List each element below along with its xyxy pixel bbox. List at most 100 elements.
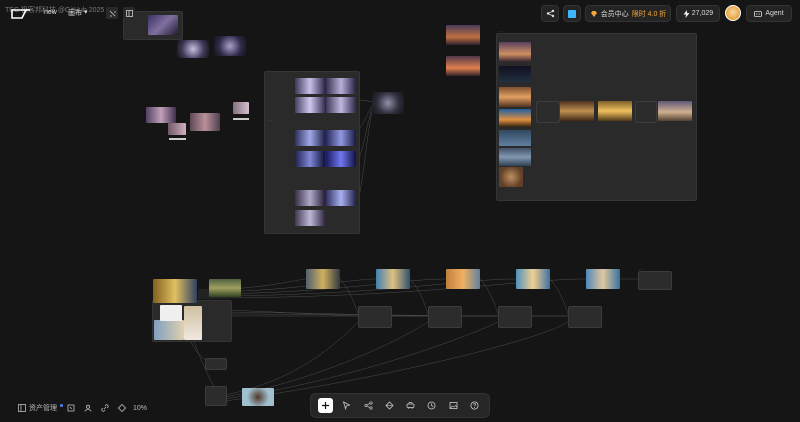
members-button[interactable] xyxy=(84,402,92,414)
text-node[interactable] xyxy=(358,306,392,328)
member-center-label: 会员中心 xyxy=(600,10,629,18)
image-node[interactable] xyxy=(516,269,550,289)
car-tool-button[interactable] xyxy=(403,398,418,413)
canvas-menu[interactable]: 画布 ▾ xyxy=(68,8,88,18)
cursor-icon xyxy=(343,401,351,410)
image-node[interactable] xyxy=(326,97,356,113)
member-discount-badge: 限时 4.0 折 xyxy=(631,10,667,18)
image-node[interactable] xyxy=(295,130,325,146)
image-node[interactable] xyxy=(326,130,356,146)
assets-manager-button[interactable]: 资产管理 xyxy=(18,402,63,414)
shape-icon xyxy=(385,401,394,410)
image-node[interactable] xyxy=(146,107,176,123)
image-node[interactable] xyxy=(184,306,202,340)
image-node[interactable] xyxy=(499,167,523,187)
node-label: ...... xyxy=(638,267,644,271)
canvas-menu-label: 画布 xyxy=(68,10,82,17)
history-button[interactable] xyxy=(424,398,439,413)
image-caption-bar xyxy=(169,138,186,140)
text-node[interactable] xyxy=(205,358,227,370)
car-icon xyxy=(406,402,415,409)
credits-count: 27,029 xyxy=(691,10,714,17)
help-icon xyxy=(470,401,479,410)
image-node[interactable] xyxy=(154,320,184,340)
image-node[interactable] xyxy=(209,279,241,297)
link-button[interactable] xyxy=(101,402,109,414)
text-node[interactable] xyxy=(638,271,672,290)
image-node[interactable] xyxy=(372,92,404,114)
connect-tool-button[interactable] xyxy=(361,398,376,413)
text-node[interactable] xyxy=(498,306,532,328)
image-node[interactable] xyxy=(168,123,186,135)
image-node[interactable] xyxy=(446,25,480,45)
image-node[interactable] xyxy=(295,151,325,167)
image-node[interactable] xyxy=(499,87,531,107)
grid-button[interactable] xyxy=(118,402,126,414)
member-center-button[interactable]: 会员中心 限时 4.0 折 xyxy=(585,5,671,22)
image-node[interactable] xyxy=(658,101,692,121)
panel-icon xyxy=(125,9,133,17)
project-name[interactable]: new xyxy=(44,9,57,16)
image-node[interactable] xyxy=(499,130,531,146)
image-node[interactable] xyxy=(499,109,531,127)
share-button[interactable] xyxy=(541,5,559,22)
image-node[interactable] xyxy=(295,190,325,206)
node-label: ........ xyxy=(498,29,505,33)
image-node[interactable] xyxy=(326,78,356,94)
avatar[interactable] xyxy=(725,5,741,21)
text-node[interactable] xyxy=(568,306,602,328)
image-node[interactable] xyxy=(326,151,356,167)
image-node[interactable] xyxy=(499,66,531,82)
credits-button[interactable]: 27,029 xyxy=(676,5,720,22)
image-node[interactable] xyxy=(295,97,325,113)
diamond-icon xyxy=(590,10,597,17)
layers-icon xyxy=(568,9,576,18)
chevron-down-icon: ▾ xyxy=(84,9,88,16)
agent-icon xyxy=(754,10,763,17)
image-node[interactable] xyxy=(148,15,178,35)
lightning-icon xyxy=(683,9,690,18)
image-node[interactable] xyxy=(190,113,220,131)
select-tool-button[interactable] xyxy=(339,398,354,413)
image-node[interactable] xyxy=(598,101,632,121)
image-node[interactable] xyxy=(499,148,531,166)
zoom-level[interactable]: 10% xyxy=(133,402,147,414)
image-node[interactable] xyxy=(376,269,410,289)
app-logo-icon[interactable] xyxy=(10,8,32,20)
panel-toggle-button[interactable] xyxy=(123,7,135,19)
image-tool-button[interactable] xyxy=(446,398,461,413)
help-button[interactable] xyxy=(467,398,482,413)
infinite-canvas[interactable]: ...... ........ ...... xyxy=(0,0,800,422)
text-node[interactable] xyxy=(205,386,227,406)
text-node[interactable] xyxy=(635,101,657,123)
image-node[interactable] xyxy=(446,269,480,289)
collapse-icon xyxy=(109,10,115,16)
link-icon xyxy=(101,404,109,412)
image-node[interactable] xyxy=(233,102,249,114)
grid-icon xyxy=(118,404,126,412)
image-node[interactable] xyxy=(499,42,531,62)
agent-label: Agent xyxy=(765,10,784,17)
fit-view-button[interactable] xyxy=(67,402,75,414)
image-node[interactable] xyxy=(560,101,594,121)
image-node[interactable] xyxy=(160,305,182,321)
collapse-button[interactable] xyxy=(106,7,118,19)
image-node[interactable] xyxy=(214,36,246,56)
agent-button[interactable]: Agent xyxy=(746,5,792,22)
add-node-button[interactable] xyxy=(318,398,334,413)
clock-icon xyxy=(427,401,436,410)
image-node[interactable] xyxy=(153,279,197,303)
image-node[interactable] xyxy=(326,190,356,206)
text-node[interactable] xyxy=(428,306,462,328)
image-node[interactable] xyxy=(295,78,325,94)
image-node[interactable] xyxy=(295,210,325,226)
image-node[interactable] xyxy=(177,40,209,58)
shape-tool-button[interactable] xyxy=(382,398,397,413)
image-node[interactable] xyxy=(306,269,340,289)
image-node[interactable] xyxy=(446,56,480,76)
image-node[interactable] xyxy=(242,388,274,406)
layers-button[interactable] xyxy=(563,5,581,22)
connect-icon xyxy=(364,401,373,410)
text-node[interactable] xyxy=(536,101,560,123)
image-node[interactable] xyxy=(586,269,620,289)
